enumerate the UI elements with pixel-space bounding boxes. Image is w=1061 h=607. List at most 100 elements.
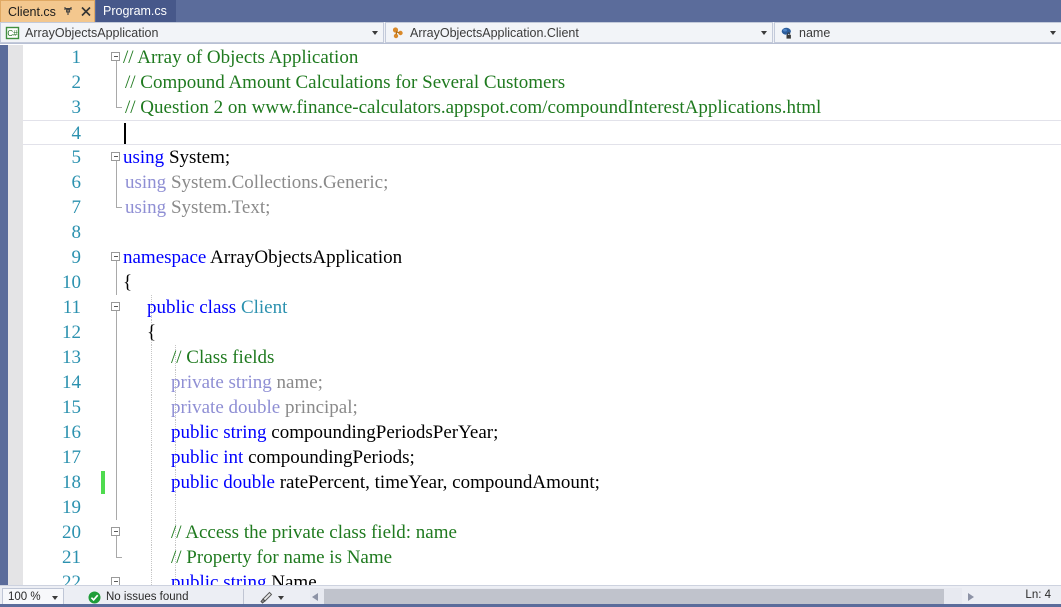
issues-status[interactable]: No issues found: [88, 589, 188, 605]
tab-program-cs[interactable]: Program.cs: [96, 0, 176, 22]
code-token: namespace: [123, 247, 207, 268]
outline-margin[interactable]: [109, 445, 123, 470]
outline-margin[interactable]: [109, 395, 123, 420]
code-line[interactable]: 2 // Compound Amount Calculations for Sev…: [23, 70, 1061, 95]
code-line-text: public string compoundingPeriodsPerYear;: [171, 420, 498, 445]
code-token: // Class fields: [171, 347, 275, 368]
collapse-toggle-icon[interactable]: [111, 302, 120, 311]
chevron-down-icon[interactable]: [372, 31, 378, 35]
outline-margin[interactable]: [109, 320, 123, 345]
code-line[interactable]: 4: [23, 120, 1061, 145]
code-line-text: // Array of Objects Application: [123, 45, 358, 70]
scroll-left-arrow-icon[interactable]: [312, 593, 318, 601]
horizontal-scrollbar-thumb[interactable]: [324, 589, 944, 604]
code-line[interactable]: 10 {: [23, 270, 1061, 295]
outline-guide-line: [115, 170, 117, 195]
chevron-down-icon[interactable]: [761, 31, 767, 35]
code-line[interactable]: 14 private string name;: [23, 370, 1061, 395]
project-dropdown[interactable]: C# ArrayObjectsApplication: [0, 22, 384, 43]
csharp-project-icon: C#: [5, 25, 21, 41]
line-number: 15: [62, 397, 81, 418]
line-number: 1: [71, 47, 82, 68]
outline-margin[interactable]: [109, 420, 123, 445]
code-line[interactable]: 3 // Question 2 on www.finance-calculator…: [23, 95, 1061, 120]
code-token: {: [123, 272, 133, 293]
class-icon: [390, 25, 406, 41]
outline-guide-line: [115, 470, 117, 495]
project-dropdown-label: ArrayObjectsApplication: [25, 25, 159, 40]
outline-guide-line: [115, 395, 117, 420]
code-line[interactable]: 19: [23, 495, 1061, 520]
code-line[interactable]: 5 using System;: [23, 145, 1061, 170]
code-line-text: using System.Text;: [125, 195, 270, 220]
code-line[interactable]: 18 public double ratePercent, timeYear, c…: [23, 470, 1061, 495]
scroll-right-arrow-icon[interactable]: [968, 593, 974, 601]
code-line[interactable]: 7 using System.Text;: [23, 195, 1061, 220]
outline-guide-line: [115, 320, 117, 345]
chevron-down-icon[interactable]: [278, 595, 284, 600]
line-number: 5: [71, 147, 82, 168]
code-line[interactable]: 13 // Class fields: [23, 345, 1061, 370]
code-token: Client: [240, 297, 288, 318]
code-line[interactable]: 21 // Property for name is Name: [23, 545, 1061, 570]
collapse-toggle-icon[interactable]: [111, 52, 120, 61]
code-line-text: private double principal;: [171, 395, 358, 420]
outline-margin[interactable]: [109, 345, 123, 370]
collapse-toggle-icon[interactable]: [111, 577, 120, 585]
code-token: // Access the private class field: name: [171, 522, 457, 543]
chevron-down-icon[interactable]: [1050, 31, 1056, 35]
code-line[interactable]: 22 public string Name: [23, 570, 1061, 585]
zoom-level-label: 100 %: [8, 591, 41, 603]
outline-margin[interactable]: [109, 245, 123, 270]
code-line[interactable]: 8: [23, 220, 1061, 245]
code-line[interactable]: 17 public int compoundingPeriods;: [23, 445, 1061, 470]
code-text-area[interactable]: 1 // Array of Objects Application 2 // Comp…: [23, 45, 1061, 585]
outline-margin[interactable]: [109, 470, 123, 495]
outline-guide-line: [115, 495, 117, 520]
editor-indicator-margin[interactable]: [8, 45, 23, 585]
code-line[interactable]: 16 public string compoundingPeriodsPerYea…: [23, 420, 1061, 445]
collapse-toggle-icon[interactable]: [111, 527, 120, 536]
code-line[interactable]: 1 // Array of Objects Application: [23, 45, 1061, 70]
outline-margin[interactable]: [109, 45, 123, 70]
member-dropdown[interactable]: name: [774, 22, 1061, 43]
class-dropdown[interactable]: ArrayObjectsApplication.Client: [385, 22, 773, 43]
collapse-toggle-icon[interactable]: [111, 252, 120, 261]
outline-margin[interactable]: [109, 145, 123, 170]
outline-margin[interactable]: [109, 370, 123, 395]
pin-icon[interactable]: [63, 6, 74, 17]
indent-guide: [151, 445, 153, 470]
code-token: System.Text;: [166, 197, 271, 218]
outline-margin[interactable]: [109, 70, 123, 95]
outline-guide-line: [115, 445, 117, 470]
indent-guide: [151, 520, 153, 545]
collapse-toggle-icon[interactable]: [111, 152, 120, 161]
outline-margin[interactable]: [109, 195, 123, 220]
code-line[interactable]: 11 public class Client: [23, 295, 1061, 320]
code-line[interactable]: 6 using System.Collections.Generic;: [23, 170, 1061, 195]
code-line[interactable]: 15 private double principal;: [23, 395, 1061, 420]
outline-margin[interactable]: [109, 220, 123, 245]
outline-margin[interactable]: [109, 545, 123, 570]
line-number: 16: [62, 422, 81, 443]
outline-margin[interactable]: [109, 570, 123, 585]
class-dropdown-label: ArrayObjectsApplication.Client: [410, 25, 579, 40]
code-line-text: using System;: [123, 145, 230, 170]
code-line-text: {: [147, 320, 156, 345]
close-icon[interactable]: [80, 5, 92, 18]
chevron-down-icon[interactable]: [52, 596, 58, 600]
outline-guide-end: [115, 95, 122, 108]
outline-margin[interactable]: [109, 170, 123, 195]
code-line-text: // Compound Amount Calculations for Seve…: [125, 70, 565, 95]
outline-margin[interactable]: [109, 520, 123, 545]
tab-client-cs[interactable]: Client.cs: [0, 0, 95, 22]
code-line[interactable]: 9 namespace ArrayObjectsApplication: [23, 245, 1061, 270]
outline-margin[interactable]: [109, 95, 123, 120]
outline-margin[interactable]: [109, 121, 123, 146]
code-editor[interactable]: 1 // Array of Objects Application 2 // Comp…: [0, 45, 1061, 585]
outline-margin[interactable]: [109, 295, 123, 320]
code-line[interactable]: 20 // Access the private class field: nam…: [23, 520, 1061, 545]
code-line[interactable]: 12 {: [23, 320, 1061, 345]
outline-margin[interactable]: [109, 495, 123, 520]
outline-margin[interactable]: [109, 270, 123, 295]
